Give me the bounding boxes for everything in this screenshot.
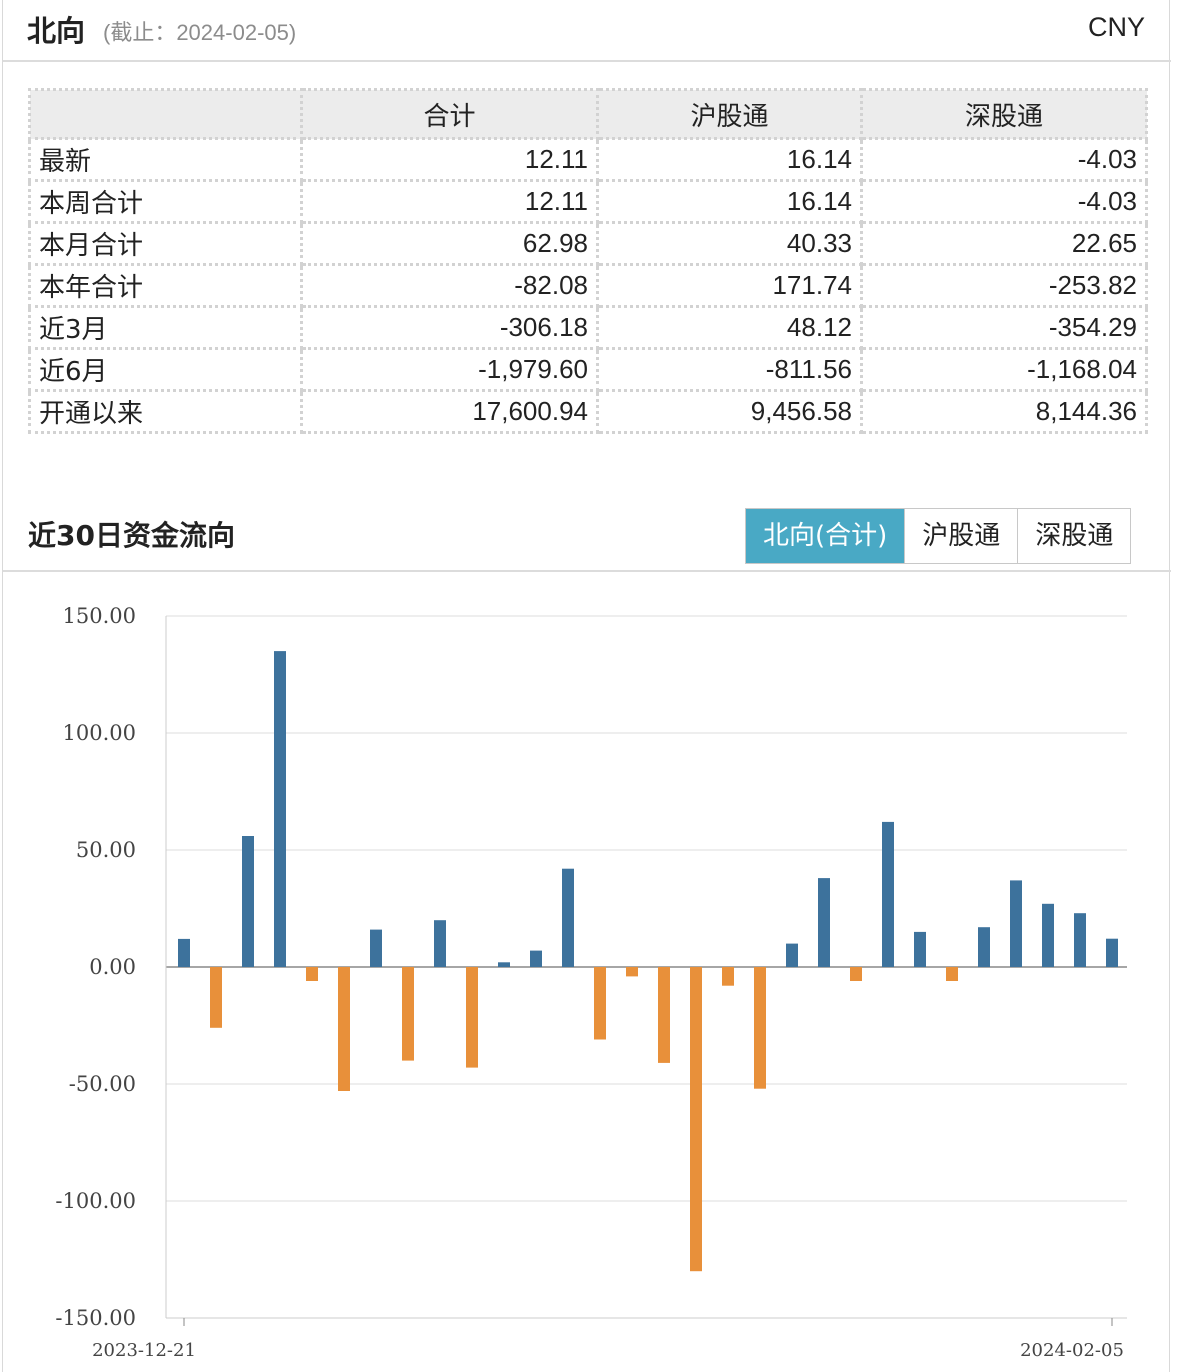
northbound-panel: 北向 (截止：2024-02-05) CNY 合计 沪股通 深股通 最新 12.… <box>2 0 1171 1372</box>
bar-negative <box>594 967 606 1040</box>
total-value: -1,979.60 <box>300 347 599 392</box>
bar-negative <box>690 967 702 1272</box>
sz-value: 22.65 <box>860 221 1148 266</box>
table-row: 本年合计 -82.08 171.74 -253.82 <box>28 263 1148 308</box>
flow-section-title: 近30日资金流向 <box>28 519 235 552</box>
row-label: 近3月 <box>28 305 303 350</box>
bar-positive <box>882 821 894 967</box>
bar-negative <box>402 967 414 1061</box>
row-label: 最新 <box>28 137 303 182</box>
row-label: 本月合计 <box>28 221 303 266</box>
sz-value: -1,168.04 <box>860 347 1148 392</box>
total-value: 62.98 <box>300 221 599 266</box>
bar-negative <box>338 967 350 1091</box>
table-row: 开通以来 17,600.94 9,456.58 8,144.36 <box>28 389 1148 434</box>
y-tick-label: 150.00 <box>63 604 136 628</box>
sh-value: -811.56 <box>596 347 863 392</box>
bar-negative <box>626 967 638 977</box>
panel-header: 北向 (截止：2024-02-05) CNY <box>3 0 1171 62</box>
summary-table: 合计 沪股通 深股通 最新 12.11 16.14 -4.03 本周合计 12.… <box>28 88 1148 434</box>
currency-label: CNY <box>1087 12 1145 42</box>
bar-positive <box>786 943 798 967</box>
total-value: -82.08 <box>300 263 599 308</box>
bar-positive <box>434 920 446 967</box>
column-header-sh: 沪股通 <box>596 88 863 140</box>
x-tick-label: 2023-12-21 <box>92 1340 196 1361</box>
bar-positive <box>242 836 254 967</box>
sz-value: -4.03 <box>860 137 1148 182</box>
as-of-date: (截止：2024-02-05) <box>103 20 297 45</box>
y-tick-label: 50.00 <box>76 838 136 862</box>
table-row: 近6月 -1,979.60 -811.56 -1,168.04 <box>28 347 1148 392</box>
flow-tab-group: 北向(合计) 沪股通 深股通 <box>745 508 1132 564</box>
tab-northbound-total[interactable]: 北向(合计) <box>746 509 906 563</box>
column-header-sz: 深股通 <box>860 88 1148 140</box>
table-row: 本周合计 12.11 16.14 -4.03 <box>28 179 1148 224</box>
bar-positive <box>1010 880 1022 967</box>
y-tick-label: -150.00 <box>55 1306 136 1330</box>
bar-positive <box>274 651 286 967</box>
bar-positive <box>562 868 574 967</box>
bar-negative <box>946 967 958 981</box>
bar-negative <box>210 967 222 1028</box>
bar-positive <box>978 927 990 967</box>
bar-negative <box>466 967 478 1068</box>
summary-header-row: 合计 沪股通 深股通 <box>28 88 1148 140</box>
total-value: 12.11 <box>300 179 599 224</box>
y-tick-label: -100.00 <box>55 1189 136 1213</box>
total-value: -306.18 <box>300 305 599 350</box>
bar-positive <box>530 950 542 967</box>
sh-value: 171.74 <box>596 263 863 308</box>
bar-negative <box>850 967 862 981</box>
bar-negative <box>306 967 318 981</box>
bar-negative <box>754 967 766 1089</box>
total-value: 12.11 <box>300 137 599 182</box>
sz-value: -4.03 <box>860 179 1148 224</box>
sz-value: -253.82 <box>860 263 1148 308</box>
sh-value: 40.33 <box>596 221 863 266</box>
bar-positive <box>498 962 510 967</box>
sh-value: 16.14 <box>596 137 863 182</box>
tab-shanghai-connect[interactable]: 沪股通 <box>905 509 1019 563</box>
bar-negative <box>722 967 734 986</box>
panel-title: 北向 <box>27 14 86 48</box>
sh-value: 48.12 <box>596 305 863 350</box>
row-label: 近6月 <box>28 347 303 392</box>
bar-positive <box>914 931 926 967</box>
table-row: 本月合计 62.98 40.33 22.65 <box>28 221 1148 266</box>
y-tick-label: -50.00 <box>69 1072 136 1096</box>
row-label: 本年合计 <box>28 263 303 308</box>
table-row: 近3月 -306.18 48.12 -354.29 <box>28 305 1148 350</box>
y-tick-label: 100.00 <box>63 721 136 745</box>
sh-value: 16.14 <box>596 179 863 224</box>
column-header-blank <box>28 88 303 140</box>
bar-negative <box>658 967 670 1063</box>
table-row: 最新 12.11 16.14 -4.03 <box>28 137 1148 182</box>
sz-value: -354.29 <box>860 305 1148 350</box>
bar-positive <box>818 878 830 967</box>
total-value: 17,600.94 <box>300 389 599 434</box>
bar-positive <box>1106 938 1118 967</box>
flow-bar-chart: 150.00 100.00 50.00 0.00 -50.00 -100.00 -150.0… <box>55 604 1127 1361</box>
section-divider <box>3 570 1171 572</box>
x-tick-label: 2024-02-05 <box>1020 1340 1124 1361</box>
bar-positive <box>1074 913 1086 967</box>
sz-value: 8,144.36 <box>860 389 1148 434</box>
column-header-total: 合计 <box>300 88 599 140</box>
bar-positive <box>370 929 382 967</box>
bar-positive <box>178 938 190 967</box>
bar-positive <box>1042 903 1054 967</box>
sh-value: 9,456.58 <box>596 389 863 434</box>
y-tick-label: 0.00 <box>89 955 136 979</box>
row-label: 开通以来 <box>28 389 303 434</box>
row-label: 本周合计 <box>28 179 303 224</box>
tab-shenzhen-connect[interactable]: 深股通 <box>1018 509 1131 563</box>
